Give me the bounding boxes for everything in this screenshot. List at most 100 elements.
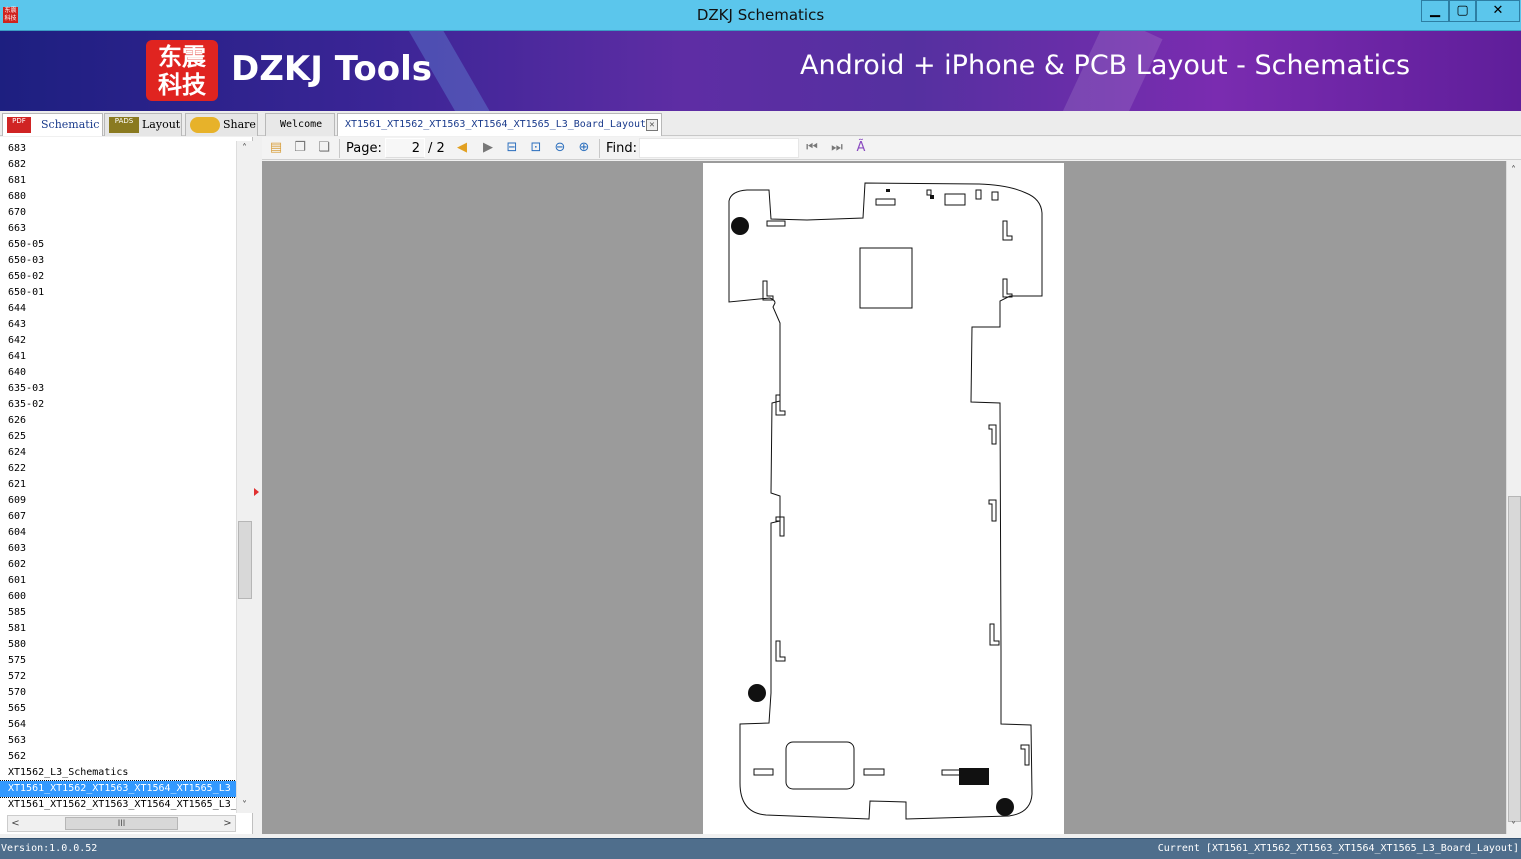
close-icon: ✕ bbox=[1492, 3, 1504, 18]
page-total: / 2 bbox=[428, 141, 445, 156]
list-item[interactable]: 650-05 bbox=[0, 237, 236, 253]
list-item[interactable]: XT1561_XT1562_XT1563_XT1564_XT1565_L3_ bbox=[0, 797, 236, 813]
list-item[interactable]: 602 bbox=[0, 557, 236, 573]
find-input[interactable] bbox=[639, 138, 799, 158]
brand-logo-text: 东震 科技 bbox=[158, 43, 206, 99]
next-page-icon[interactable]: ▶ bbox=[480, 140, 496, 156]
scroll-down-icon[interactable]: ˅ bbox=[237, 798, 252, 813]
previous-page-icon[interactable]: ◀ bbox=[454, 140, 470, 156]
list-item[interactable]: 622 bbox=[0, 461, 236, 477]
viewer-toolbar: ▤ ❐ ❏ Page: / 2 ◀ ▶ ⊟ ⊡ ⊖ ⊕ Find: ⏮ ⏭ Ã bbox=[262, 137, 1521, 160]
list-item[interactable]: 640 bbox=[0, 365, 236, 381]
list-item[interactable]: 575 bbox=[0, 653, 236, 669]
scroll-down-icon[interactable]: ˅ bbox=[1507, 819, 1520, 834]
copy-page-icon[interactable]: ❐ bbox=[292, 140, 308, 156]
scrollbar-thumb[interactable] bbox=[238, 521, 252, 599]
document-list: 683 682 681 680 670 663 650-05 650-03 650-02 650-… bbox=[0, 137, 236, 815]
highlight-text-icon[interactable]: Ã bbox=[853, 140, 869, 156]
scroll-right-icon[interactable]: > bbox=[220, 816, 235, 831]
page-number-input[interactable] bbox=[385, 138, 425, 158]
list-item[interactable]: 650-03 bbox=[0, 253, 236, 269]
list-item[interactable]: 643 bbox=[0, 317, 236, 333]
document-list-vertical-scrollbar[interactable]: ˄ ˅ bbox=[236, 141, 253, 813]
current-document-label: Current [XT1561_XT1562_XT1563_XT1564_XT1… bbox=[1157, 843, 1519, 854]
pdf-icon: PDF bbox=[7, 117, 31, 133]
list-item[interactable]: 570 bbox=[0, 685, 236, 701]
list-item[interactable]: 626 bbox=[0, 413, 236, 429]
collapse-panel-icon[interactable] bbox=[254, 488, 259, 496]
tab-schematic-label: Schematic bbox=[41, 118, 100, 131]
tab-welcome[interactable]: Welcome bbox=[265, 113, 335, 136]
app-banner: 东震 科技 DZKJ Tools Android + iPhone & PCB … bbox=[0, 31, 1521, 111]
list-item[interactable]: 663 bbox=[0, 221, 236, 237]
tab-layout[interactable]: PADS Layout bbox=[104, 113, 182, 136]
brand-tagline: Android + iPhone & PCB Layout - Schemati… bbox=[800, 50, 1411, 81]
tab-board-layout-label: XT1561_XT1562_XT1563_XT1564_XT1565_L3_Bo… bbox=[345, 119, 647, 130]
fit-width-icon[interactable]: ⊟ bbox=[504, 140, 520, 156]
tab-share[interactable]: Share bbox=[185, 113, 258, 136]
document-list-horizontal-scrollbar[interactable]: < III > bbox=[7, 815, 236, 832]
list-item[interactable]: 682 bbox=[0, 157, 236, 173]
list-item[interactable]: 635-03 bbox=[0, 381, 236, 397]
list-item[interactable]: 564 bbox=[0, 717, 236, 733]
tab-board-layout[interactable]: XT1561_XT1562_XT1563_XT1564_XT1565_L3_Bo… bbox=[337, 113, 662, 136]
list-item[interactable]: 600 bbox=[0, 589, 236, 605]
board-layout-page[interactable] bbox=[703, 163, 1064, 834]
minimize-button[interactable]: ▁ bbox=[1421, 0, 1449, 22]
scroll-up-icon[interactable]: ˄ bbox=[1507, 163, 1520, 178]
minimize-icon: ▁ bbox=[1430, 3, 1440, 18]
list-item[interactable]: 641 bbox=[0, 349, 236, 365]
list-item[interactable]: 565 bbox=[0, 701, 236, 717]
scroll-up-icon[interactable]: ˄ bbox=[237, 141, 252, 156]
list-item[interactable]: XT1562_L3_Schematics bbox=[0, 765, 236, 781]
scrollbar-thumb[interactable]: III bbox=[65, 817, 178, 830]
window-title: DZKJ Schematics bbox=[696, 6, 825, 24]
close-button[interactable]: ✕ bbox=[1476, 0, 1520, 22]
list-item[interactable]: 603 bbox=[0, 541, 236, 557]
list-item[interactable]: 562 bbox=[0, 749, 236, 765]
version-label: Version:1.0.0.52 bbox=[1, 843, 98, 854]
list-item[interactable]: 683 bbox=[0, 141, 236, 157]
close-tab-icon[interactable]: ✕ bbox=[646, 119, 658, 131]
list-item[interactable]: 585 bbox=[0, 605, 236, 621]
document-viewer[interactable] bbox=[262, 161, 1506, 834]
brand-name: DZKJ Tools bbox=[231, 49, 432, 89]
scrollbar-thumb[interactable] bbox=[1508, 496, 1521, 822]
list-item[interactable]: 650-01 bbox=[0, 285, 236, 301]
list-item[interactable]: 644 bbox=[0, 301, 236, 317]
list-item[interactable]: 642 bbox=[0, 333, 236, 349]
list-item[interactable]: 680 bbox=[0, 189, 236, 205]
list-item[interactable]: 624 bbox=[0, 445, 236, 461]
document-list-panel: 683 682 681 680 670 663 650-05 650-03 650-02 650-… bbox=[0, 137, 253, 834]
list-item[interactable]: 681 bbox=[0, 173, 236, 189]
paste-page-icon[interactable]: ❏ bbox=[316, 140, 332, 156]
maximize-button[interactable]: ▢ bbox=[1449, 0, 1476, 22]
list-item[interactable]: 635-02 bbox=[0, 397, 236, 413]
list-item[interactable]: 670 bbox=[0, 205, 236, 221]
viewer-vertical-scrollbar[interactable]: ˄ ˅ bbox=[1506, 161, 1521, 834]
list-item[interactable]: XT1561_XT1562_XT1563_XT1564_XT1565_L3 bbox=[0, 780, 236, 798]
list-item[interactable]: 625 bbox=[0, 429, 236, 445]
find-label: Find: bbox=[606, 141, 638, 156]
list-item[interactable]: 601 bbox=[0, 573, 236, 589]
open-file-icon[interactable]: ▤ bbox=[268, 140, 284, 156]
brand-logo: 东震 科技 bbox=[146, 40, 218, 101]
list-item[interactable]: 563 bbox=[0, 733, 236, 749]
list-item[interactable]: 581 bbox=[0, 621, 236, 637]
pads-icon: PADS bbox=[109, 117, 139, 133]
scroll-left-icon[interactable]: < bbox=[8, 816, 23, 831]
list-item[interactable]: 604 bbox=[0, 525, 236, 541]
fit-page-icon[interactable]: ⊡ bbox=[528, 140, 544, 156]
zoom-out-icon[interactable]: ⊖ bbox=[552, 140, 568, 156]
list-item[interactable]: 580 bbox=[0, 637, 236, 653]
tab-schematic[interactable]: PDF Schematic bbox=[2, 113, 103, 136]
title-bar: 东震 科技 DZKJ Schematics ▁ ▢ ✕ bbox=[0, 0, 1521, 31]
list-item[interactable]: 621 bbox=[0, 477, 236, 493]
list-item[interactable]: 607 bbox=[0, 509, 236, 525]
zoom-in-icon[interactable]: ⊕ bbox=[576, 140, 592, 156]
list-item[interactable]: 572 bbox=[0, 669, 236, 685]
list-item[interactable]: 650-02 bbox=[0, 269, 236, 285]
find-next-icon[interactable]: ⏭ bbox=[829, 140, 845, 156]
find-previous-icon[interactable]: ⏮ bbox=[804, 140, 820, 156]
list-item[interactable]: 609 bbox=[0, 493, 236, 509]
